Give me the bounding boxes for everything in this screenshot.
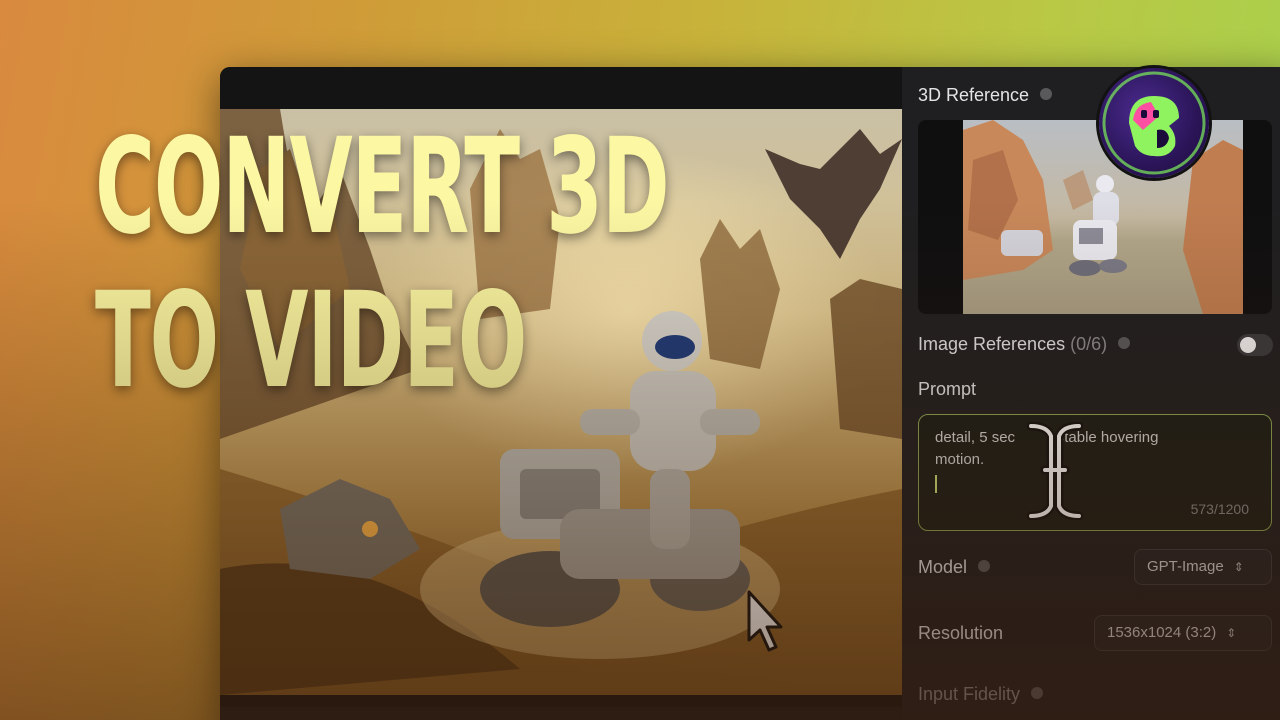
text-cursor-icon [1027,422,1083,520]
chevron-updown-icon: ⇕ [1226,626,1237,640]
image-references-toggle[interactable] [1237,334,1273,356]
info-icon[interactable] [1040,88,1053,101]
logo-badge [1099,68,1209,178]
resolution-value: 1536x1024 (3:2) [1107,624,1217,641]
image-references-heading: Image References (0/6) [918,334,1131,355]
prompt-text-line2: motion. [935,451,985,468]
text-caret [935,475,937,493]
headline: CONVERT 3D TO VIDEO [95,110,670,418]
headline-line2: TO VIDEO [95,264,527,418]
headline-line1: CONVERT 3D [95,110,670,264]
resolution-label: Resolution [918,623,1004,643]
toggle-knob [1240,337,1256,353]
info-icon[interactable] [978,560,991,573]
prompt-heading: Prompt [918,379,976,400]
prompt-char-counter: 573/1200 [1190,501,1249,517]
image-references-label: Image References [918,334,1066,354]
model-label: Model [918,557,968,577]
reference-3d-viewer[interactable] [918,120,1272,314]
prompt-textarea[interactable]: detail, 5 sec f stable hovering motion. … [918,414,1272,531]
input-fidelity-heading: Input Fidelity [918,684,1044,705]
settings-panel: 3D Reference Image References (0/6) Prom… [902,67,1280,720]
chevron-updown-icon: ⇕ [1233,560,1244,574]
prompt-label: Prompt [918,379,977,399]
image-references-count: (0/6) [1070,334,1108,354]
reference-3d-label: 3D Reference [918,85,1030,105]
prompt-text-segment-a: detail, 5 sec [935,429,1016,446]
mouse-pointer-icon [747,590,783,652]
resolution-select[interactable]: 1536x1024 (3:2) ⇕ [1094,615,1272,651]
model-value: GPT-Image [1147,558,1224,575]
reference-3d-heading: 3D Reference [918,85,1053,106]
logo-mark-icon [1102,71,1206,175]
info-icon[interactable] [1031,687,1044,700]
info-icon[interactable] [1118,337,1131,350]
model-select[interactable]: GPT-Image ⇕ [1134,549,1272,585]
model-heading: Model [918,557,991,578]
input-fidelity-label: Input Fidelity [918,684,1021,704]
resolution-heading: Resolution [918,623,1003,644]
prompt-text-line1: detail, 5 sec f stable hovering [935,427,1255,449]
